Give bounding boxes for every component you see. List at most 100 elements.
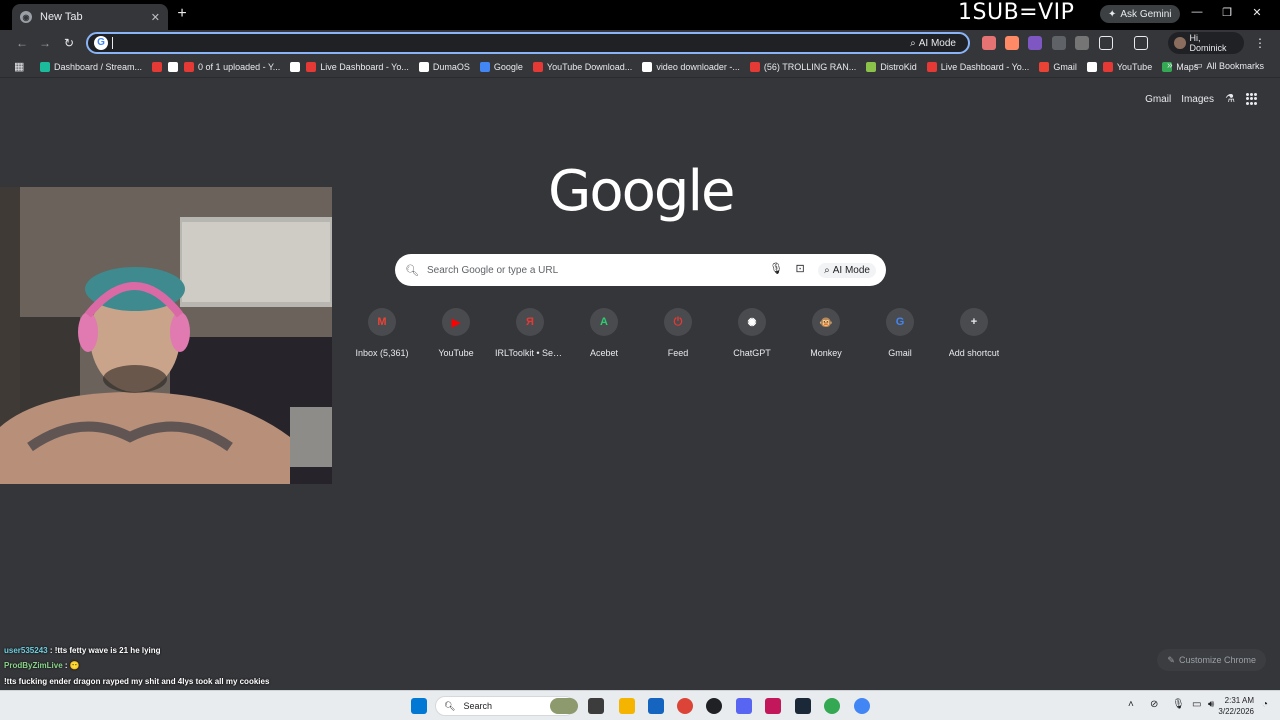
back-icon[interactable]: ← (14, 35, 30, 51)
chat-message: user535243 : !tts fetty wave is 21 he ly… (4, 646, 161, 655)
bookmark-item[interactable] (152, 61, 163, 72)
bookmark-item[interactable]: Google (479, 61, 523, 72)
bookmark-item[interactable]: video downloader -... (642, 61, 740, 72)
tab-new-tab[interactable]: ◉ New Tab ✕ (12, 4, 168, 30)
shortcut-label: IRLToolkit • Serv... (495, 348, 565, 358)
search-icon: 🔍︎ (444, 700, 456, 711)
display-icon[interactable]: ▭ (1192, 699, 1201, 710)
labs-flask-icon[interactable]: ⚗ (1224, 93, 1236, 105)
clock[interactable]: 2:31 AM 3/22/2026 (1218, 695, 1254, 717)
bookmark-label: Google (493, 61, 523, 72)
apps-icon[interactable]: ▦ (14, 61, 26, 73)
extensions-puzzle-icon[interactable] (1099, 36, 1113, 50)
store-icon[interactable] (648, 698, 664, 714)
bookmark-favicon-icon (532, 61, 543, 72)
shortcut-tile[interactable]: Я IRLToolkit • Serv... (493, 308, 567, 358)
menu-icon[interactable]: ⋮ (1252, 35, 1268, 51)
shortcut-tile[interactable]: ✺ ChatGPT (715, 308, 789, 358)
bookmark-item[interactable]: Dashboard / Stream... (40, 61, 142, 72)
shortcut-tile[interactable]: + Add shortcut (937, 308, 1011, 358)
ask-gemini-button[interactable]: ✦ Ask Gemini (1100, 5, 1180, 23)
chat-message: ProdByZimLive : 😶 (4, 661, 80, 670)
discord-icon[interactable] (736, 698, 752, 714)
shortcut-tile[interactable]: G Gmail (863, 308, 937, 358)
bookmark-favicon-icon (184, 61, 195, 72)
restore-icon[interactable]: ❐ (1218, 6, 1236, 19)
bookmark-item[interactable]: 0 of 1 uploaded - Y... (184, 61, 280, 72)
bookmark-item[interactable] (1086, 61, 1097, 72)
shortcut-tile[interactable]: ⏻ Feed (641, 308, 715, 358)
bookmark-favicon-icon (418, 61, 429, 72)
extension-icon[interactable] (1052, 36, 1066, 50)
search-box[interactable]: 🔍︎ Search Google or type a URL 🎙︎ ⊡ ⌕ AI… (395, 254, 886, 286)
steam-icon[interactable] (795, 698, 811, 714)
bookmark-item[interactable] (168, 61, 179, 72)
chrome-icon[interactable] (824, 698, 840, 714)
extension-icon[interactable] (982, 36, 996, 50)
file-explorer-icon[interactable] (619, 698, 635, 714)
notification-icon[interactable]: ◔ (1262, 699, 1268, 710)
reload-icon[interactable]: ↻ (61, 35, 77, 51)
chrome-icon[interactable] (854, 698, 870, 714)
ai-mode-button[interactable]: ⌕ AI Mode (818, 262, 876, 278)
customize-chrome-button[interactable]: ✎ Customize Chrome (1157, 649, 1266, 671)
shortcut-tile[interactable]: M Inbox (5,361) (345, 308, 419, 358)
bookmark-item[interactable]: Gmail (1039, 61, 1077, 72)
close-icon[interactable]: ✕ (151, 11, 160, 24)
shortcut-tile[interactable]: ▶ YouTube (419, 308, 493, 358)
bookmark-item[interactable]: YouTube (1102, 61, 1152, 72)
shortcut-icon: 🐵 (812, 308, 840, 336)
images-link[interactable]: Images (1181, 94, 1214, 105)
gmail-link[interactable]: Gmail (1145, 94, 1171, 105)
obs-icon[interactable] (706, 698, 722, 714)
bookmark-item[interactable]: DumaOS (418, 61, 470, 72)
app-icon[interactable] (765, 698, 781, 714)
shortcut-icon: G (886, 308, 914, 336)
bookmark-item[interactable]: Live Dashboard - Yo... (926, 61, 1029, 72)
new-tab-button[interactable]: + (174, 6, 190, 22)
google-apps-icon[interactable] (1246, 93, 1258, 105)
bookmark-item[interactable]: (56) TROLLING RAN... (749, 61, 856, 72)
window-close-icon[interactable]: ✕ (1248, 6, 1266, 19)
extension-icon[interactable] (1005, 36, 1019, 50)
side-panel-icon[interactable] (1134, 36, 1148, 50)
shortcut-tile[interactable]: A Acebet (567, 308, 641, 358)
bookmark-favicon-icon (1102, 61, 1113, 72)
minimize-icon[interactable]: — (1188, 6, 1206, 18)
tray-chevron-icon[interactable]: ˄ (1128, 699, 1134, 710)
shortcut-label: Gmail (888, 348, 912, 358)
more-bookmarks-icon[interactable]: » (1167, 60, 1173, 71)
shortcut-icon: ⏻ (664, 308, 692, 336)
chat-text: : (64, 661, 68, 670)
extension-icon[interactable] (1028, 36, 1042, 50)
bookmark-favicon-icon (479, 61, 490, 72)
bookmark-item[interactable]: YouTube Download... (532, 61, 632, 72)
bookmark-item[interactable] (290, 61, 301, 72)
google-lens-icon[interactable]: ⊡ (792, 262, 808, 278)
bookmark-favicon-icon (926, 61, 937, 72)
microphone-icon[interactable]: 🎙︎ (768, 262, 784, 278)
bookmark-label: DumaOS (432, 61, 470, 72)
address-bar[interactable]: G ⌕ AI Mode (86, 32, 970, 54)
search-placeholder: Search Google or type a URL (427, 264, 559, 276)
bookmark-item[interactable]: Live Dashboard - Yo... (306, 61, 409, 72)
network-icon[interactable]: ⊘ (1150, 699, 1158, 710)
toolbar: ← → ↻ G ⌕ AI Mode Hi, Dominick ⋮ (0, 30, 1280, 56)
forward-icon[interactable]: → (37, 35, 53, 51)
microphone-icon[interactable]: 🎙︎ (1172, 699, 1185, 710)
bookmark-item[interactable]: DistroKid (866, 61, 917, 72)
start-icon[interactable] (411, 698, 427, 714)
shortcut-tile[interactable]: 🐵 Monkey (789, 308, 863, 358)
volume-icon[interactable]: 🔊︎ (1208, 699, 1214, 710)
bookmark-favicon-icon (642, 61, 653, 72)
profile-button[interactable]: Hi, Dominick (1168, 32, 1244, 54)
shortcut-label: ChatGPT (733, 348, 771, 358)
bookmark-favicon-icon (866, 61, 877, 72)
extension-icon[interactable] (1075, 36, 1089, 50)
ai-search-icon: ⌕ (824, 264, 830, 276)
chrome-icon[interactable] (677, 698, 693, 714)
task-view-icon[interactable] (588, 698, 604, 714)
all-bookmarks-button[interactable]: ▭ All Bookmarks (1194, 60, 1264, 71)
widget-icon[interactable] (550, 698, 578, 714)
omnibox-ai-mode-button[interactable]: ⌕ AI Mode (904, 35, 962, 51)
